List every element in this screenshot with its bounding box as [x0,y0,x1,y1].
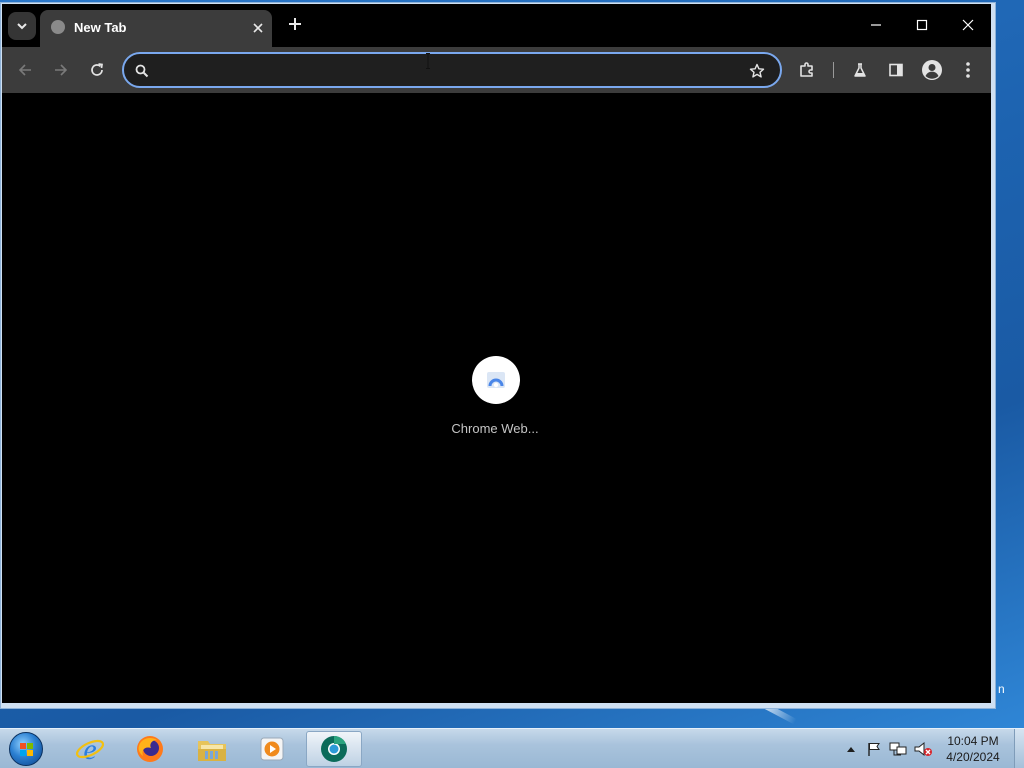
new-tab-button[interactable] [284,14,306,36]
taskbar-firefox[interactable] [122,731,178,767]
taskbar: e 10:04 PM 4/20/2024 [0,728,1024,768]
clock-date: 4/20/2024 [946,750,1000,764]
text-cursor-icon [426,53,430,69]
media-player-icon [260,737,284,761]
taskbar-chrome-dev[interactable] [306,731,362,767]
back-button[interactable] [10,55,40,85]
tab-close-button[interactable] [248,18,268,38]
extensions-button[interactable] [792,55,822,85]
tab-title: New Tab [74,20,127,35]
minimize-button[interactable] [853,10,899,40]
system-clock[interactable]: 10:04 PM 4/20/2024 [936,733,1010,765]
address-input[interactable] [160,58,740,82]
flask-icon [854,63,866,77]
page-content: Chrome Web... [2,93,991,703]
more-vertical-icon [966,62,970,78]
internet-explorer-icon: e [75,734,105,764]
arrow-right-icon [55,64,68,76]
bookmark-star-button[interactable] [746,60,768,82]
desktop-edge-text: n [998,682,1005,696]
chevron-up-icon [847,747,855,752]
action-center-tray[interactable] [864,729,884,768]
reload-icon [91,63,103,76]
tab-new-tab[interactable]: New Tab [40,10,272,47]
side-panel-icon [889,63,903,77]
maximize-icon [916,19,928,31]
windows-logo-icon [9,732,43,766]
loading-favicon [472,356,520,404]
loading-label: Chrome Web... [451,421,539,436]
web-store-icon [487,372,505,388]
browser-toolbar [2,47,991,93]
puzzle-icon [800,62,813,77]
labs-button[interactable] [845,55,875,85]
taskbar-media-player[interactable] [244,731,300,767]
clock-time: 10:04 PM [947,734,999,748]
menu-button[interactable] [953,55,983,85]
reload-button[interactable] [82,55,112,85]
browser-window: New Tab Chrome Web... [0,2,996,709]
plus-icon [289,18,301,30]
network-tray[interactable] [888,729,908,768]
chevron-down-icon [17,23,27,30]
close-icon [962,19,974,31]
maximize-button[interactable] [899,10,945,40]
volume-tray[interactable] [912,729,934,768]
folder-icon [198,741,226,761]
flag-icon [868,743,880,756]
tab-strip: New Tab [2,4,991,47]
tab-search-button[interactable] [8,12,36,40]
firefox-icon [137,736,163,762]
svg-text:e: e [83,734,96,764]
star-icon [749,63,765,78]
network-icon [889,742,907,756]
profile-button[interactable] [917,55,947,85]
address-bar[interactable] [122,52,782,88]
chrome-dev-icon [321,736,347,762]
browser-frame: New Tab Chrome Web... [2,4,991,703]
volume-muted-icon [914,741,932,757]
close-window-button[interactable] [945,10,991,40]
taskbar-internet-explorer[interactable]: e [62,731,118,767]
close-icon [253,23,263,33]
taskbar-windows-explorer[interactable] [184,731,240,767]
arrow-left-icon [18,64,31,76]
forward-button[interactable] [46,55,76,85]
show-hidden-icons-button[interactable] [843,729,859,768]
search-icon [135,64,149,78]
start-button[interactable] [6,730,46,768]
show-desktop-button[interactable] [1014,729,1024,768]
toolbar-divider [833,62,834,78]
minimize-icon [871,24,881,26]
avatar-icon [922,60,942,80]
side-panel-button[interactable] [881,55,911,85]
globe-icon [51,20,65,34]
